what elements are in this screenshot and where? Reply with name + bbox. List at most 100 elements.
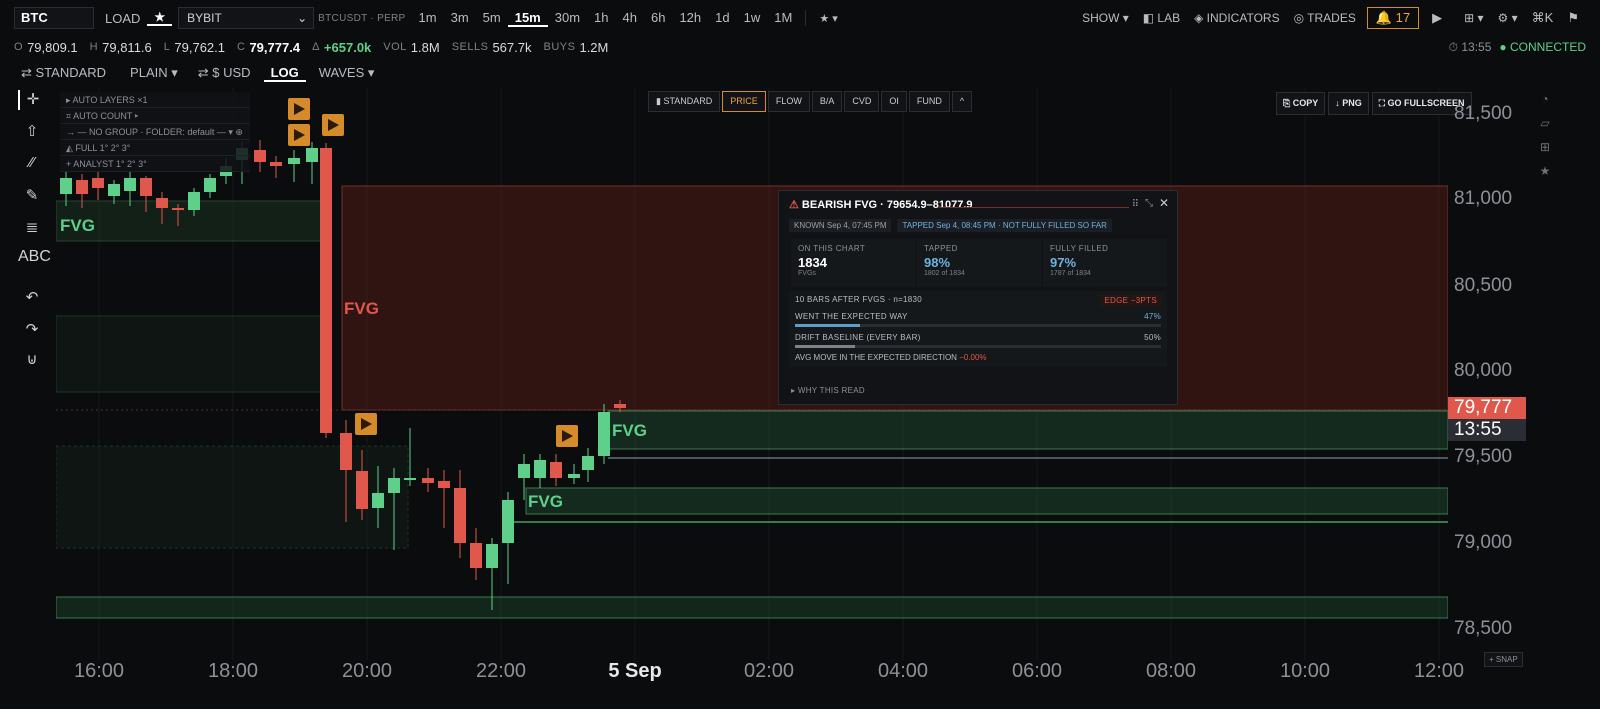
indicators-icon: ◈ — [1194, 11, 1207, 25]
time-tick: 5 Sep — [608, 660, 662, 682]
bullish-candle — [204, 178, 216, 192]
mode-tab-6[interactable]: FUND — [908, 91, 950, 112]
timeframe-1m[interactable]: 1m — [412, 10, 444, 27]
bullish-candle — [60, 178, 72, 194]
full-degree-selector[interactable]: ◭ FULL 1° 2° 3° — [60, 140, 250, 156]
flag-icon[interactable]: ⚑ — [1560, 10, 1586, 26]
mode-tab-1[interactable]: PRICE — [722, 91, 766, 112]
bearish-candle — [470, 543, 482, 568]
lab-button[interactable]: ◧ LAB — [1136, 11, 1187, 25]
bullish-candle — [306, 148, 318, 162]
timeframe-6h[interactable]: 6h — [644, 10, 672, 27]
bearish-candle — [172, 208, 184, 210]
mode-tab-2[interactable]: FLOW — [767, 91, 810, 112]
pair-label: BTCUSDT · PERP — [318, 12, 406, 24]
tapped-status: TAPPED Sep 4, 08:45 PM · NOT FULLY FILLE… — [897, 219, 1112, 232]
sells-value: 567.7k — [492, 39, 532, 55]
pencil-icon[interactable]: ✎ — [18, 186, 46, 206]
time-axis[interactable]: 16:00 18:00 20:00 22:00 5 Sep 02:00 04:00 06:00… — [56, 652, 1528, 690]
favorites-dropdown[interactable]: ★ ▾ — [812, 12, 844, 25]
auto-layers-toggle[interactable]: ▸ AUTO LAYERS ×1 — [60, 92, 250, 108]
mode-tab-5[interactable]: OI — [881, 91, 907, 112]
close-icon[interactable]: ✕ — [1159, 196, 1169, 210]
log-scale-toggle[interactable]: LOG — [263, 65, 306, 82]
drift-row: DRIFT BASELINE (EVERY BAR) 50% — [795, 333, 1161, 342]
drag-handle-icon[interactable]: ⠿ — [1132, 199, 1139, 210]
trades-button[interactable]: ◎ TRADES — [1287, 11, 1363, 25]
timeframe-1d[interactable]: 1d — [708, 10, 736, 27]
group-folder-select[interactable]: → — NO GROUP · FOLDER: default — ▾ ⊕ — [60, 124, 250, 140]
png-button[interactable]: ↓ PNG — [1328, 92, 1369, 115]
bearish-candle — [550, 462, 562, 478]
bullish-candle — [502, 500, 514, 543]
text-tool-icon[interactable]: ABC — [18, 248, 51, 268]
indicators-button[interactable]: ◈ INDICATORS — [1187, 11, 1286, 25]
waves-dropdown[interactable]: WAVES ▾ — [312, 65, 382, 81]
load-button[interactable]: LOAD — [98, 11, 147, 26]
analyst-degree-selector[interactable]: + ANALYST 1° 2° 3° — [60, 156, 250, 172]
price-chart[interactable]: FVG FVG FVG FVG — [56, 88, 1448, 660]
currency-toggle[interactable]: ⇄ $ USD — [191, 65, 258, 81]
bullish-fvg-zone — [56, 596, 1448, 619]
undo-icon[interactable]: ↶ — [18, 288, 46, 308]
magnet-icon[interactable]: ⊍ — [18, 350, 46, 370]
open-value: 79,809.1 — [27, 39, 78, 55]
trendline-icon[interactable]: ⁄⁄ — [18, 154, 46, 174]
bars-after-label: 10 BARS AFTER FVGS · n=1830 — [795, 295, 923, 304]
timeframe-1w[interactable]: 1w — [737, 10, 768, 27]
settings-dropdown[interactable]: ⚙ ▾ — [1491, 11, 1525, 25]
bullish-candle — [372, 493, 384, 508]
price-tick: 79,500 — [1454, 446, 1513, 467]
redo-icon[interactable]: ↷ — [18, 320, 46, 340]
command-palette-button[interactable]: ⌘K — [1525, 10, 1561, 26]
symbol-input[interactable]: BTC — [14, 7, 94, 29]
price-tick: 81,000 — [1454, 188, 1513, 209]
timeframe-3m[interactable]: 3m — [444, 10, 476, 27]
timeframe-5m[interactable]: 5m — [476, 10, 508, 27]
divider — [805, 10, 807, 26]
timer-icon[interactable]: ◔ — [1530, 92, 1560, 116]
plain-dropdown[interactable]: PLAIN ▾ — [123, 65, 185, 81]
shape-icon[interactable]: ▱ — [1530, 116, 1560, 140]
timeframe-15m[interactable]: 15m — [507, 10, 548, 27]
timeframe-1h[interactable]: 1h — [587, 10, 615, 27]
layer-panel: ▸ AUTO LAYERS ×1 ⌗ AUTO COUNT ▸ → — NO G… — [60, 92, 250, 172]
star-icon[interactable]: ★ — [1530, 164, 1560, 188]
price-axis[interactable]: 81,500 81,000 80,500 80,000 79,500 79,000 78,5… — [1448, 88, 1528, 660]
mode-tab-0[interactable]: ▮ STANDARD — [648, 91, 721, 112]
show-dropdown[interactable]: SHOW ▾ — [1075, 11, 1136, 25]
buys-label: BUYS — [543, 41, 576, 53]
auto-count-toggle[interactable]: ⌗ AUTO COUNT ▸ — [60, 108, 250, 124]
bearish-candle — [320, 148, 332, 433]
copy-button[interactable]: ⎘ COPY — [1276, 92, 1326, 115]
grid-icon[interactable]: ⊞ — [1530, 140, 1560, 164]
chevron-down-icon: ⌄ — [297, 11, 308, 25]
arrow-icon[interactable]: ⇧ — [18, 122, 46, 142]
mode-tab-3[interactable]: B/A — [811, 91, 843, 112]
fvg-label: FVG — [60, 216, 95, 235]
mode-tab-4[interactable]: CVD — [844, 91, 880, 112]
time-tick: 16:00 — [73, 660, 125, 682]
bearish-candle — [356, 471, 368, 509]
expand-icon[interactable]: ⤡ — [1145, 198, 1153, 209]
favorite-star-icon[interactable]: ★ — [147, 10, 173, 26]
exchange-select[interactable]: BYBIT ⌄ — [178, 7, 315, 29]
timeframe-12h[interactable]: 12h — [672, 10, 708, 27]
levels-icon[interactable]: ≣ — [18, 218, 46, 238]
bearish-candle — [340, 433, 352, 470]
avg-move-label: AVG MOVE IN THE EXPECTED DIRECTION — [795, 353, 957, 362]
alerts-button[interactable]: 🔔 17 — [1366, 7, 1420, 29]
timeframe-1M[interactable]: 1M — [767, 10, 799, 27]
standard-toggle[interactable]: ⇄ STANDARD — [14, 65, 113, 81]
low-label: L — [163, 41, 171, 53]
timeframe-30m[interactable]: 30m — [548, 10, 587, 27]
timeframe-4h[interactable]: 4h — [616, 10, 644, 27]
price-tick: 80,000 — [1454, 360, 1513, 381]
snap-toggle[interactable]: + SNAP — [1484, 652, 1523, 667]
crosshair-icon[interactable]: ✛ — [18, 90, 46, 110]
why-this-read-link[interactable]: ▸ WHY THIS READ — [791, 386, 1157, 395]
layout-grid-dropdown[interactable]: ⊞ ▾ — [1457, 11, 1490, 25]
play-icon[interactable]: ▶ — [1425, 10, 1449, 26]
volume-value: 1.8M — [410, 39, 440, 55]
mode-tab-7[interactable]: ^ — [951, 91, 973, 112]
